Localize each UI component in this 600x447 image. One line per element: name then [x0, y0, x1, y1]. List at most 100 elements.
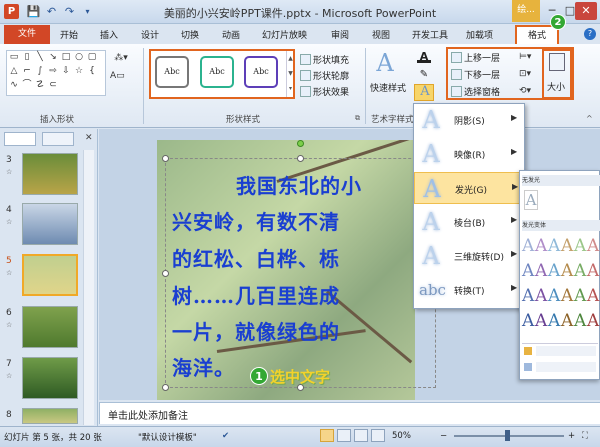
glow-variant-option[interactable]: A [548, 286, 560, 306]
slide-text-line[interactable]: 海洋。 [172, 352, 235, 381]
send-backward-button[interactable]: 下移一层 [464, 68, 500, 81]
glow-variant-option[interactable]: A [587, 236, 599, 256]
tab-addins[interactable]: 加载项 [466, 28, 493, 41]
slide-text-line[interactable]: 一片，就像绿色的 [172, 316, 340, 345]
outline-tab[interactable] [42, 132, 74, 146]
selection-pane-button[interactable]: 选择窗格 [464, 85, 500, 98]
down-arrow-shape-icon[interactable]: ⇩ [60, 67, 72, 76]
glow-variant-option[interactable]: A [535, 286, 547, 306]
close-panel-icon[interactable]: ✕ [85, 133, 93, 143]
tab-developer[interactable]: 开发工具 [412, 28, 448, 41]
bring-forward-button[interactable]: 上移一层 [464, 51, 500, 64]
menu-item-glow[interactable]: A 发光(G) ▶ [414, 172, 524, 204]
no-glow-option[interactable]: A [524, 190, 538, 210]
brace-shape-icon[interactable]: { [86, 67, 98, 76]
glow-variant-option[interactable]: A [548, 261, 560, 281]
glow-variant-option[interactable]: A [561, 286, 573, 306]
glow-variant-option[interactable]: A [548, 311, 560, 331]
save-icon[interactable]: 💾 [26, 4, 41, 19]
undo-icon[interactable]: ↶ [44, 4, 59, 19]
curved-connector-icon[interactable]: ∫ [34, 67, 46, 76]
normal-view-icon[interactable] [320, 429, 334, 442]
textbox-shape-icon[interactable]: ▭ [8, 53, 20, 62]
menu-item-transform[interactable]: abc 转换(T) ▶ [414, 274, 524, 306]
send-backward-icon[interactable] [451, 69, 462, 80]
glow-variant-option[interactable]: A [587, 261, 599, 281]
rotate-icon[interactable]: ⟲▾ [519, 86, 531, 96]
close-icon[interactable]: ✕ [575, 2, 597, 20]
tab-design[interactable]: 设计 [141, 28, 159, 41]
shape-outline-button[interactable]: 形状轮廓 [313, 69, 349, 82]
arrow-shape-icon[interactable]: ↘ [47, 53, 59, 62]
slide-thumbnail-4[interactable] [22, 203, 78, 245]
glow-variant-option[interactable]: A [522, 286, 534, 306]
notes-pane[interactable]: 单击此处添加备注 [99, 402, 600, 424]
group-icon[interactable]: ⊡▾ [519, 69, 531, 79]
more-glow-colors-icon[interactable] [524, 347, 532, 355]
shape-outline-icon[interactable] [300, 70, 311, 81]
glow-variant-option[interactable]: A [535, 261, 547, 281]
slide-text-line[interactable]: 树……几百里连成 [172, 280, 340, 309]
glow-variant-option[interactable]: A [522, 236, 534, 256]
help-icon[interactable]: ? [584, 28, 596, 40]
text-fill-icon[interactable]: A [417, 50, 431, 63]
style-thumb-1[interactable]: Abc [155, 56, 189, 88]
tab-insert[interactable]: 插入 [100, 28, 118, 41]
menu-item-3d-rotation[interactable]: A 三维旋转(D) ▶ [414, 240, 524, 272]
glow-options-icon[interactable] [524, 363, 532, 371]
slide-text-line[interactable]: 的红松、白桦、栎 [172, 243, 340, 272]
resize-handle[interactable] [162, 270, 169, 277]
slides-scrollbar[interactable] [83, 150, 94, 425]
glow-options-item[interactable] [536, 362, 596, 372]
vertical-textbox-icon[interactable]: ▯ [21, 53, 33, 62]
fit-to-window-icon[interactable]: ⛶ [582, 431, 588, 441]
redo-icon[interactable]: ↷ [62, 4, 77, 19]
draw-textbox-icon[interactable]: A▭ [110, 72, 125, 81]
resize-handle[interactable] [297, 155, 304, 162]
slide-sorter-view-icon[interactable] [337, 429, 351, 442]
slide-thumbnail-5-selected[interactable] [22, 254, 78, 296]
glow-variant-option[interactable]: A [522, 261, 534, 281]
shape-fill-button[interactable]: 形状填充 [313, 53, 349, 66]
menu-item-bevel[interactable]: A 棱台(B) ▶ [414, 206, 524, 238]
tab-view[interactable]: 视图 [372, 28, 390, 41]
glow-variant-option[interactable]: A [561, 236, 573, 256]
bracket-shape-icon[interactable]: ⊂ [47, 81, 59, 90]
resize-handle[interactable] [162, 155, 169, 162]
more-glow-colors-item[interactable] [536, 346, 596, 356]
glow-variant-option[interactable]: A [574, 261, 586, 281]
curve-shape-icon[interactable]: ∿ [8, 81, 20, 90]
selection-pane-icon[interactable] [451, 86, 462, 97]
resize-handle[interactable] [162, 384, 169, 391]
glow-variant-option[interactable]: A [548, 236, 560, 256]
glow-variant-option[interactable]: A [535, 236, 547, 256]
freeform-shape-icon[interactable]: ☡ [34, 81, 46, 90]
zoom-in-icon[interactable]: + [568, 431, 575, 441]
slide-text-line[interactable]: 我国东北的小 [236, 170, 362, 199]
slide-text-line[interactable]: 兴安岭，有数不清 [172, 206, 340, 235]
triangle-shape-icon[interactable]: △ [8, 67, 20, 76]
arc-shape-icon[interactable]: ⌒ [21, 81, 33, 90]
oval-shape-icon[interactable]: ○ [73, 53, 85, 62]
style-thumb-3[interactable]: Abc [244, 56, 278, 88]
slideshow-view-icon[interactable] [371, 429, 385, 442]
rotate-handle[interactable] [297, 140, 304, 147]
tab-review[interactable]: 审阅 [331, 28, 349, 41]
right-arrow-shape-icon[interactable]: ⇨ [47, 67, 59, 76]
line-shape-icon[interactable]: ╲ [34, 53, 46, 62]
slide-thumbnail-7[interactable] [22, 357, 78, 399]
customize-qa-icon[interactable]: ▾ [80, 4, 95, 19]
size-icon[interactable] [549, 53, 565, 71]
elbow-connector-icon[interactable]: ⌐ [21, 67, 33, 76]
dialog-launcher-icon[interactable]: ⧉ [355, 114, 360, 123]
tab-slideshow[interactable]: 幻灯片放映 [262, 28, 307, 41]
glow-variant-option[interactable]: A [587, 311, 599, 331]
collapse-ribbon-icon[interactable]: ^ [586, 114, 593, 123]
edit-shape-icon[interactable]: ⁂▾ [110, 54, 132, 63]
menu-item-reflection[interactable]: A 映像(R) ▶ [414, 138, 524, 170]
tab-home[interactable]: 开始 [60, 28, 78, 41]
glow-variant-option[interactable]: A [561, 261, 573, 281]
star-shape-icon[interactable]: ☆ [73, 67, 85, 76]
zoom-level[interactable]: 50% [392, 431, 411, 441]
rectangle-shape-icon[interactable]: □ [60, 53, 72, 62]
